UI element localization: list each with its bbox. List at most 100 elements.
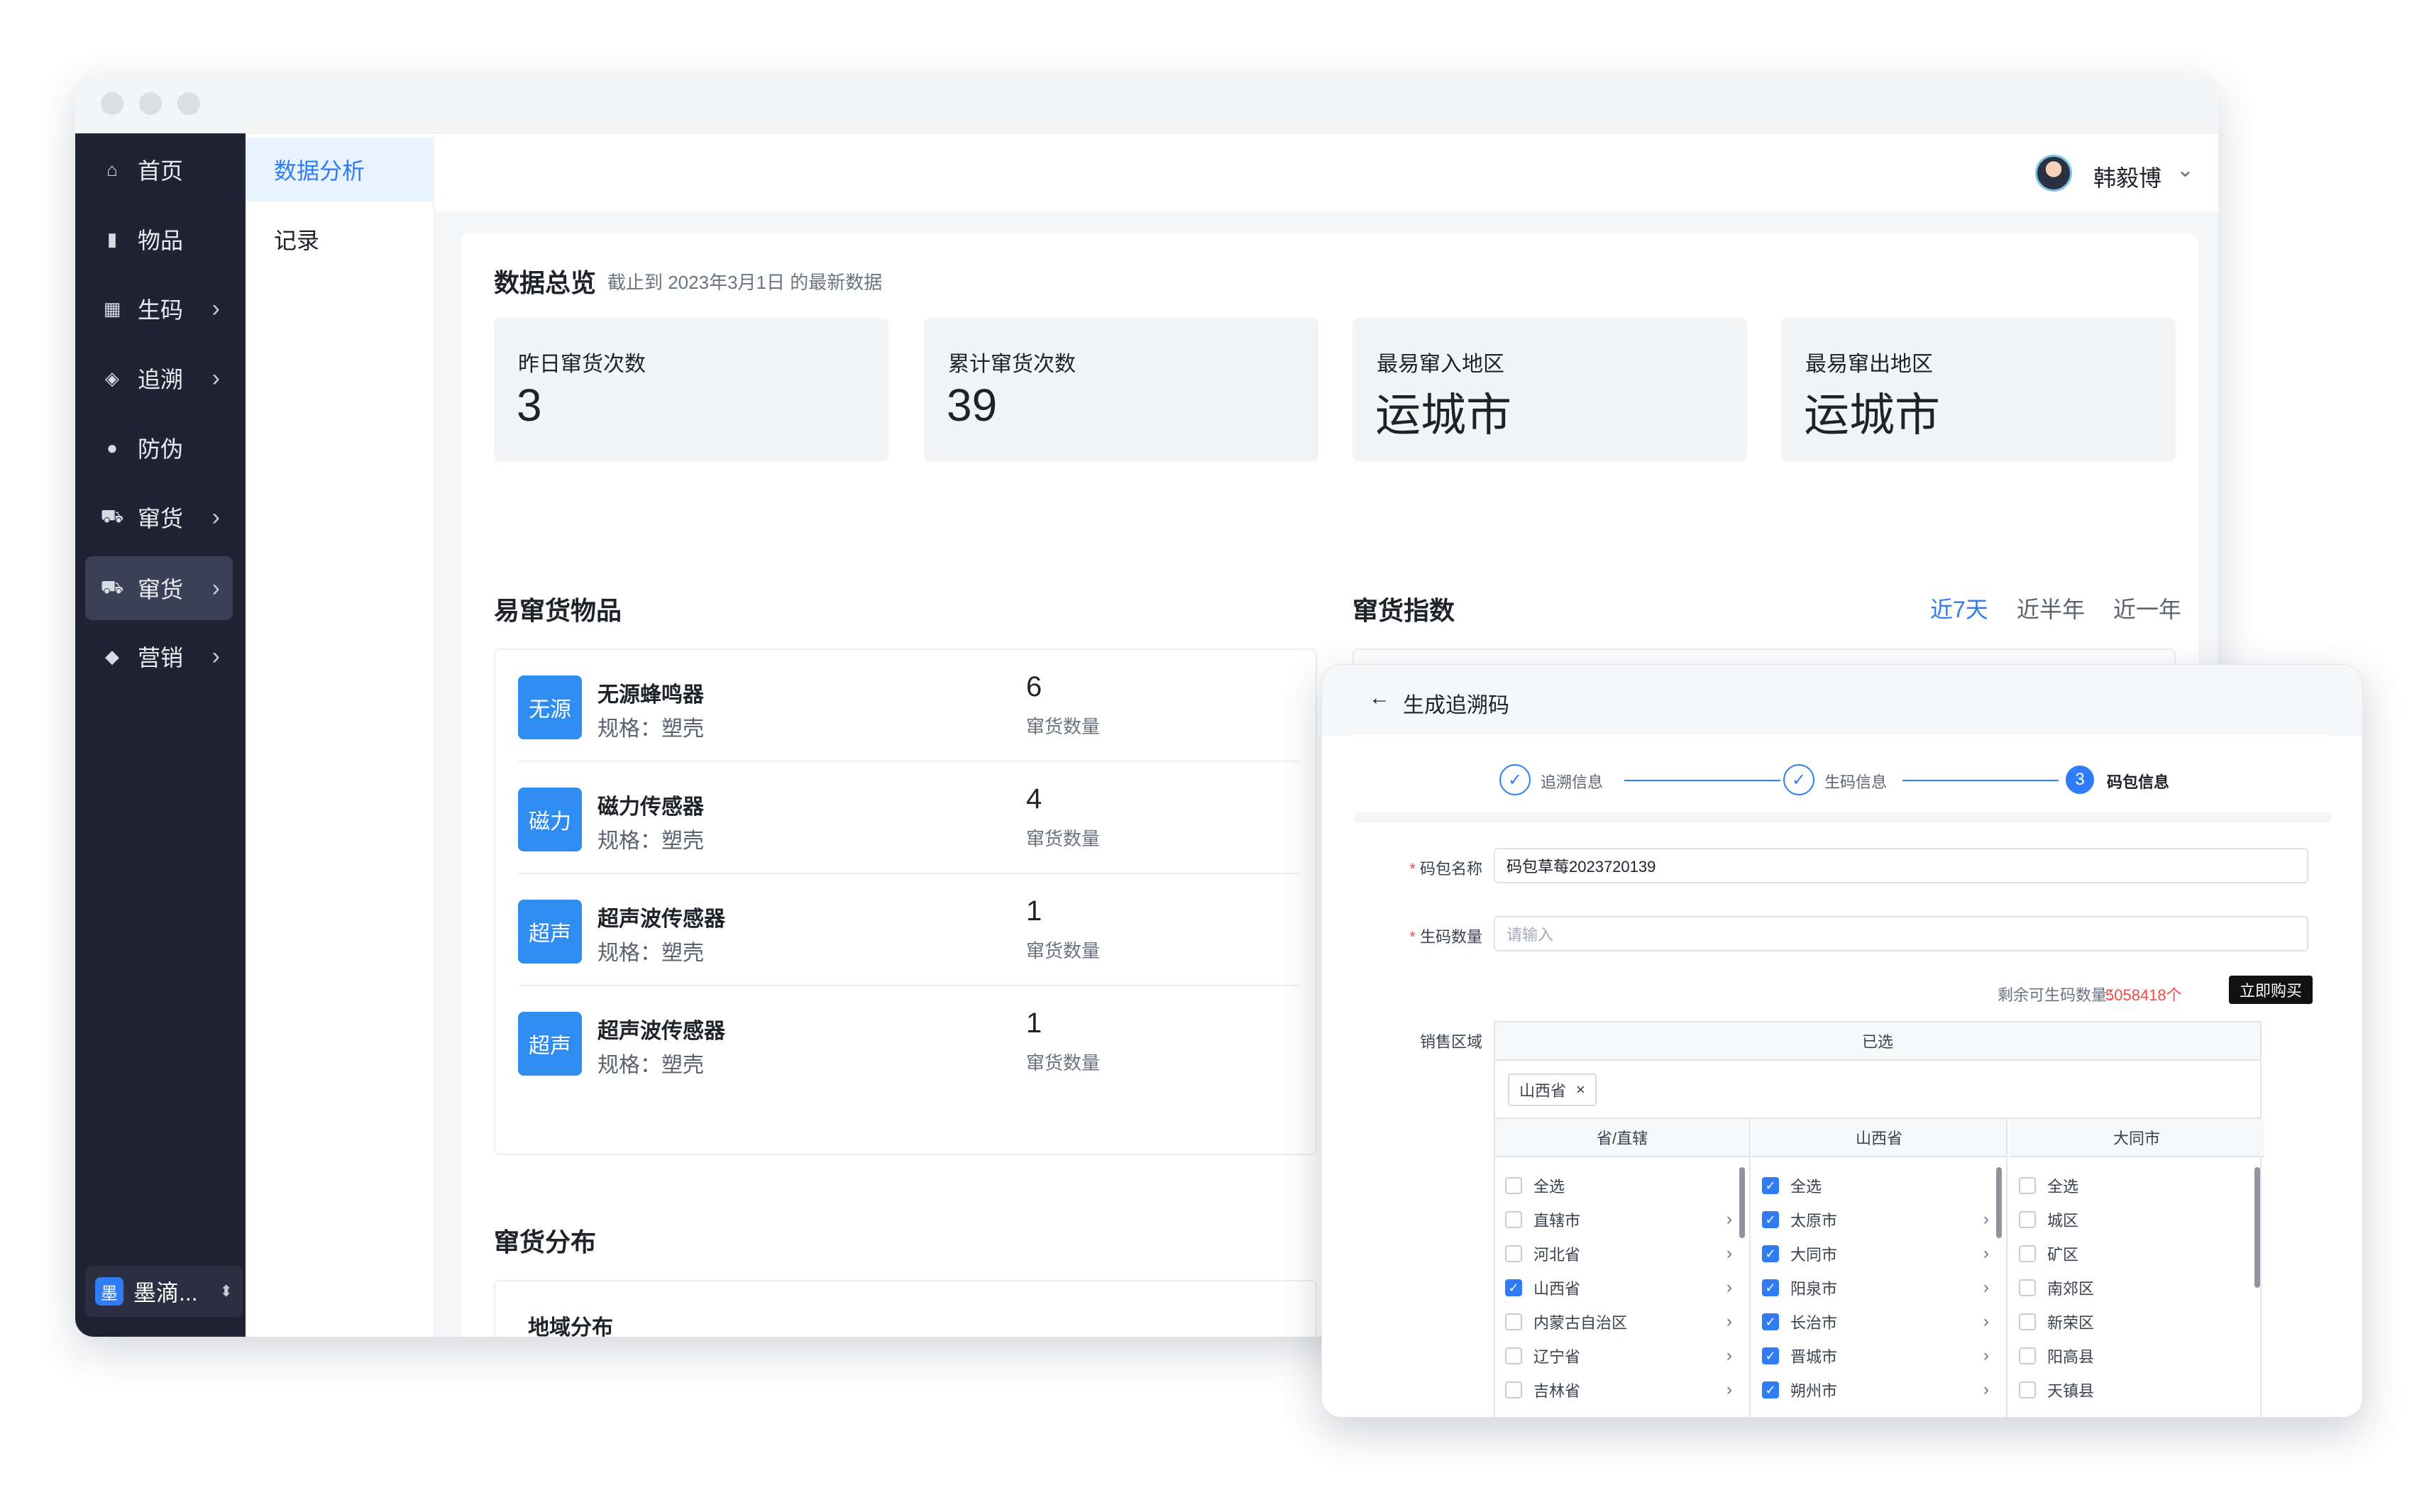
checkbox-icon[interactable] (2019, 1381, 2036, 1398)
user-name[interactable]: 韩毅博 (2093, 160, 2161, 193)
sidebar-item-items[interactable]: ▮ 物品 (85, 207, 233, 271)
workspace-logo: 墨 (95, 1277, 123, 1306)
avatar[interactable] (2035, 155, 2072, 192)
form-label-name: * 码包名称 (1409, 860, 1482, 878)
region-option[interactable]: ✓ 晋城市 › (1762, 1337, 1989, 1374)
back-arrow-icon[interactable]: ← (1369, 686, 1390, 710)
region-option-label: 直辖市 (1533, 1212, 1581, 1230)
checkbox-checked-icon[interactable]: ✓ (1762, 1347, 1779, 1364)
form-label-quantity: * 生码数量 (1409, 928, 1482, 946)
checkbox-icon[interactable] (2019, 1177, 2036, 1194)
region-option[interactable]: 全选 (2019, 1167, 2246, 1204)
region-option[interactable]: 城区 (2019, 1201, 2246, 1238)
goods-badge: 超声 (518, 1012, 582, 1076)
region-option-label: 阳泉市 (1790, 1280, 1838, 1298)
region-option[interactable]: 矿区 (2019, 1235, 2246, 1272)
checkbox-icon[interactable] (1505, 1177, 1522, 1194)
region-option[interactable]: 辽宁省 › (1505, 1337, 1732, 1374)
sidebar-item-anticounterfeit[interactable]: ● 防伪 (85, 416, 233, 480)
scrollbar[interactable] (1996, 1167, 2002, 1238)
region-option[interactable]: ✓ 山西省 › (1505, 1269, 1732, 1306)
chevron-right-icon[interactable]: › (1726, 1380, 1732, 1400)
subnav-item-records[interactable]: 记录 (246, 207, 434, 271)
package-name-input[interactable]: 码包草莓2023720139 (1494, 848, 2308, 883)
chevron-right-icon[interactable]: › (1726, 1210, 1732, 1230)
sidebar-item-fleeing-1[interactable]: ⛟ 窜货 › (85, 485, 233, 549)
sidebar-item-marketing[interactable]: ◆ 营销 › (85, 624, 233, 688)
checkbox-checked-icon[interactable]: ✓ (1762, 1279, 1779, 1296)
chevron-down-icon[interactable]: ⌄ (2176, 158, 2194, 182)
checkbox-icon[interactable] (2019, 1279, 2036, 1296)
checkbox-checked-icon[interactable]: ✓ (1762, 1211, 1779, 1228)
region-option[interactable]: ✓ 长治市 › (1762, 1303, 1989, 1340)
chevron-right-icon[interactable]: › (1983, 1312, 1989, 1332)
quantity-input[interactable]: 请输入 (1494, 916, 2308, 951)
tab-one-year[interactable]: 近一年 (2113, 592, 2181, 624)
checkbox-icon[interactable] (2019, 1313, 2036, 1330)
checkbox-icon[interactable] (2019, 1245, 2036, 1262)
checkbox-checked-icon[interactable]: ✓ (1505, 1279, 1522, 1296)
region-option[interactable]: ✓ 太原市 › (1762, 1201, 1989, 1238)
goods-count-label: 窜货数量 (1026, 1052, 1101, 1074)
chevron-right-icon[interactable]: › (1983, 1346, 1989, 1366)
window-close-dot[interactable] (101, 92, 123, 115)
region-option[interactable]: 天镇县 (2019, 1372, 2246, 1408)
window-minimize-dot[interactable] (139, 92, 162, 115)
chevron-right-icon[interactable]: › (1726, 1346, 1732, 1366)
checkbox-checked-icon[interactable]: ✓ (1762, 1381, 1779, 1398)
region-option[interactable]: 内蒙古自治区 › (1505, 1303, 1732, 1340)
chevron-right-icon[interactable]: › (1983, 1278, 1989, 1298)
checkbox-icon[interactable] (1505, 1211, 1522, 1228)
region-option[interactable]: 河北省 › (1505, 1235, 1732, 1272)
goods-spec: 规格：塑壳 (597, 829, 704, 853)
checkbox-checked-icon[interactable]: ✓ (1762, 1177, 1779, 1194)
sidebar-item-trace[interactable]: ◈ 追溯 › (85, 346, 233, 410)
region-option[interactable]: ✓ 朔州市 › (1762, 1372, 1989, 1408)
region-option[interactable]: 直辖市 › (1505, 1201, 1732, 1238)
checkbox-icon[interactable] (1505, 1381, 1522, 1398)
workspace-switcher[interactable]: 墨 墨滴... ⬍ (85, 1266, 243, 1317)
scrollbar[interactable] (1739, 1167, 1745, 1238)
window-maximize-dot[interactable] (177, 92, 200, 115)
list-item[interactable]: 磁力 磁力传感器 规格：塑壳 4 窜货数量 (518, 762, 1299, 874)
tab-7-days[interactable]: 近7天 (1930, 592, 1988, 624)
region-option[interactable]: 全选 (1505, 1167, 1732, 1204)
chevron-right-icon[interactable]: › (1983, 1210, 1989, 1230)
step-current-icon: 3 (2066, 766, 2094, 794)
subnav-item-analysis[interactable]: 数据分析 (246, 138, 434, 202)
checkbox-icon[interactable] (1505, 1313, 1522, 1330)
checkbox-checked-icon[interactable]: ✓ (1762, 1313, 1779, 1330)
chevron-right-icon[interactable]: › (1983, 1244, 1989, 1264)
checkbox-icon[interactable] (2019, 1347, 2036, 1364)
region-option[interactable]: 阳高县 (2019, 1337, 2246, 1374)
buy-now-button[interactable]: 立即购买 (2229, 976, 2313, 1004)
checkbox-checked-icon[interactable]: ✓ (1762, 1245, 1779, 1262)
close-icon[interactable]: × (1576, 1081, 1585, 1099)
list-item[interactable]: 无源 无源蜂鸣器 规格：塑壳 6 窜货数量 (518, 650, 1299, 762)
sidebar-item-home[interactable]: ⌂ 首页 (85, 138, 233, 202)
checkbox-icon[interactable] (1505, 1347, 1522, 1364)
region-option[interactable]: 南郊区 (2019, 1269, 2246, 1306)
region-option[interactable]: 新荣区 (2019, 1303, 2246, 1340)
goods-spec: 规格：塑壳 (597, 942, 704, 965)
region-option[interactable]: 吉林省 › (1505, 1372, 1732, 1408)
chevron-right-icon[interactable]: › (1726, 1278, 1732, 1298)
scrollbar[interactable] (2254, 1167, 2260, 1288)
region-option[interactable]: ✓ 全选 (1762, 1167, 1989, 1204)
chevron-right-icon[interactable]: › (1726, 1244, 1732, 1264)
overview-title: 数据总览 (494, 268, 597, 297)
sidebar-item-fleeing-2[interactable]: ⛟ 窜货 › (85, 556, 233, 620)
qrcode-icon: ▦ (103, 297, 121, 319)
tab-half-year[interactable]: 近半年 (2017, 592, 2085, 624)
list-item[interactable]: 超声 超声波传感器 规格：塑壳 1 窜货数量 (518, 986, 1299, 1098)
steps: ✓ 追溯信息 ✓ 生码信息 3 码包信息 (1355, 734, 2331, 812)
sidebar-item-codegen[interactable]: ▦ 生码 › (85, 277, 233, 341)
region-option[interactable]: ✓ 大同市 › (1762, 1235, 1989, 1272)
checkbox-icon[interactable] (2019, 1211, 2036, 1228)
chevron-right-icon[interactable]: › (1726, 1312, 1732, 1332)
chevron-right-icon[interactable]: › (1983, 1380, 1989, 1400)
trace-icon: ◈ (105, 367, 119, 389)
list-item[interactable]: 超声 超声波传感器 规格：塑壳 1 窜货数量 (518, 874, 1299, 986)
region-option[interactable]: ✓ 阳泉市 › (1762, 1269, 1989, 1306)
checkbox-icon[interactable] (1505, 1245, 1522, 1262)
